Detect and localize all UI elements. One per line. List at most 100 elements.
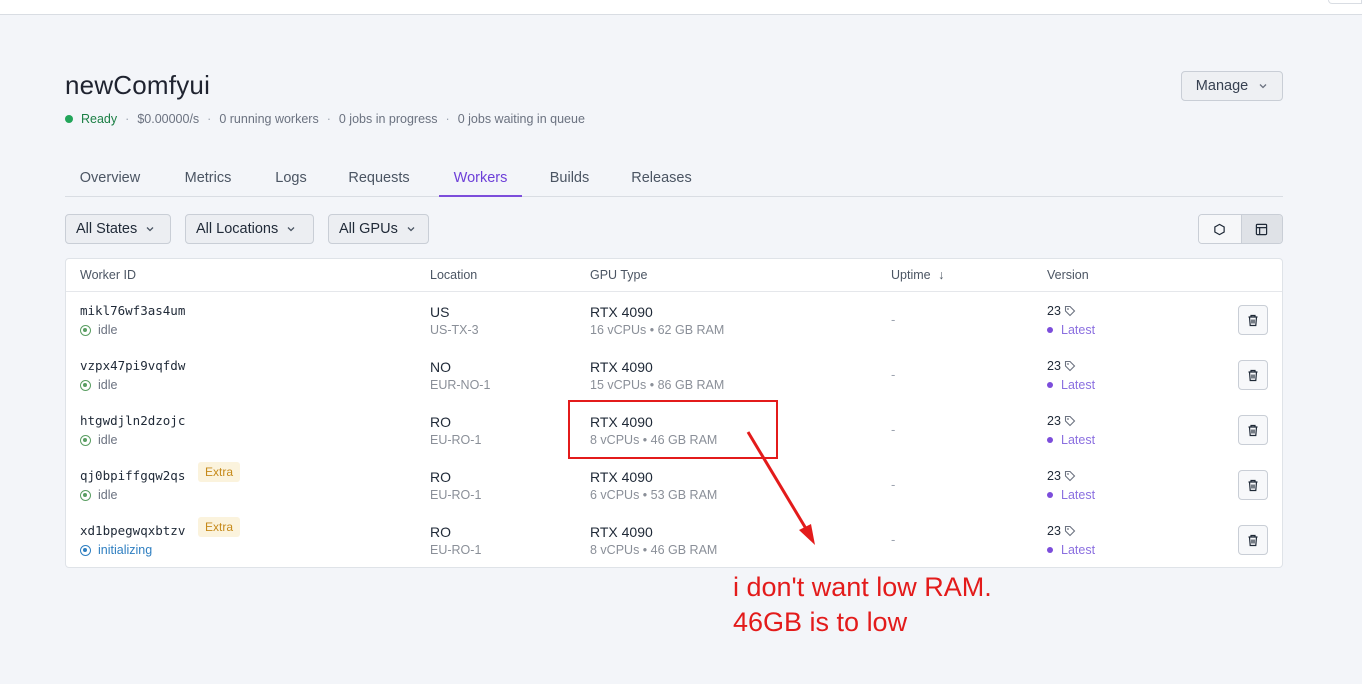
column-uptime[interactable]: Uptime ↓: [891, 268, 944, 282]
table-row[interactable]: qj0bpiffgqw2qs Extra idle RO EU-RO-1 RTX 4090…: [66, 458, 1282, 513]
latest-badge: Latest: [1047, 378, 1095, 392]
column-worker-id: Worker ID: [80, 268, 137, 282]
graph-view-button[interactable]: [1199, 215, 1241, 243]
table-icon: [1256, 223, 1268, 235]
uptime-value: -: [891, 312, 896, 327]
table-header: Worker ID Location GPU Type Uptime ↓ Ver…: [66, 259, 1282, 292]
view-toggle: [1198, 214, 1283, 244]
jobs-waiting: 0 jobs waiting in queue: [457, 112, 585, 126]
trash-icon: [1248, 369, 1258, 381]
worker-state-label: idle: [98, 323, 118, 337]
uptime-value: -: [891, 367, 896, 382]
gpu-name: RTX 4090: [590, 469, 653, 485]
tab-releases[interactable]: Releases: [622, 160, 701, 196]
extra-badge: Extra: [198, 462, 241, 482]
worker-id: qj0bpiffgqw2qs: [80, 468, 186, 483]
worker-id: xd1bpegwqxbtzv: [80, 523, 186, 538]
worker-id: mikl76wf3as4um: [80, 303, 186, 318]
version-label: 23: [1047, 524, 1061, 538]
locations-filter[interactable]: All Locations: [185, 214, 314, 244]
version-number: 23: [1047, 414, 1076, 428]
loading-icon: [80, 544, 91, 556]
latest-label: Latest: [1061, 543, 1096, 557]
idle-status-icon: [80, 489, 91, 501]
table-row[interactable]: xd1bpegwqxbtzv Extra initializing RO EU-RO-1…: [66, 513, 1282, 568]
tab-metrics[interactable]: Metrics: [174, 160, 242, 196]
worker-state-label: idle: [98, 433, 118, 447]
chevron-down-icon: [287, 227, 295, 232]
table-view-button[interactable]: [1240, 215, 1282, 243]
locations-filter-label: All Locations: [196, 221, 279, 237]
extra-badge: Extra: [198, 517, 241, 537]
tab-overview[interactable]: Overview: [65, 160, 155, 196]
version-number: 23: [1047, 304, 1076, 318]
delete-worker-button[interactable]: [1238, 470, 1268, 500]
annotation-text-line1: i don't want low RAM.: [733, 572, 992, 602]
separator: ·: [207, 112, 212, 126]
latest-dot: [1047, 547, 1053, 553]
chevron-down-icon: [1259, 84, 1267, 89]
latest-badge: Latest: [1047, 488, 1095, 502]
latest-dot: [1047, 382, 1053, 388]
manage-button[interactable]: Manage: [1181, 71, 1283, 101]
chevron-down-icon: [146, 227, 154, 232]
version-label: 23: [1047, 414, 1061, 428]
gpus-filter[interactable]: All GPUs: [328, 214, 429, 244]
tag-icon: [1064, 470, 1076, 482]
tab-workers[interactable]: Workers: [439, 160, 522, 197]
tab-builds[interactable]: Builds: [541, 160, 598, 196]
version-number: 23: [1047, 469, 1076, 483]
separator: ·: [326, 112, 331, 126]
annotation-highlight-box: [568, 400, 778, 459]
latest-badge: Latest: [1047, 433, 1095, 447]
delete-worker-button[interactable]: [1238, 525, 1268, 555]
top-bar: [0, 0, 1362, 15]
column-uptime-label: Uptime: [891, 268, 931, 282]
delete-worker-button[interactable]: [1238, 305, 1268, 335]
uptime-value: -: [891, 422, 896, 437]
latest-label: Latest: [1061, 488, 1096, 502]
location-code: RO: [430, 469, 451, 485]
table-row[interactable]: mikl76wf3as4um idle US US-TX-3 RTX 4090 16 vC…: [66, 293, 1282, 348]
worker-id: vzpx47pi9vqfdw: [80, 358, 186, 373]
trash-icon: [1248, 479, 1258, 491]
region: EU-RO-1: [430, 543, 482, 557]
version-label: 23: [1047, 359, 1061, 373]
idle-status-icon: [80, 324, 91, 336]
sort-arrow-icon: ↓: [938, 268, 945, 282]
separator: ·: [445, 112, 450, 126]
cost-rate: $0.00000/s: [137, 112, 200, 126]
location-code: NO: [430, 359, 451, 375]
tab-logs[interactable]: Logs: [263, 160, 319, 196]
latest-label: Latest: [1061, 323, 1096, 337]
region: EU-RO-1: [430, 488, 482, 502]
gpu-specs: 16 vCPUs • 62 GB RAM: [590, 323, 725, 337]
hexagon-icon: [1214, 223, 1225, 235]
tab-bar: Overview Metrics Logs Requests Workers B…: [65, 160, 1283, 197]
location-code: US: [430, 304, 450, 320]
gpus-filter-label: All GPUs: [339, 221, 398, 237]
column-location: Location: [430, 268, 478, 282]
gpu-specs: 6 vCPUs • 53 GB RAM: [590, 488, 718, 502]
tag-icon: [1064, 305, 1076, 317]
tab-requests[interactable]: Requests: [339, 160, 419, 196]
states-filter[interactable]: All States: [65, 214, 171, 244]
region: EU-RO-1: [430, 433, 482, 447]
idle-status-icon: [80, 379, 91, 391]
version-number: 23: [1047, 359, 1076, 373]
status-text: Ready: [81, 112, 118, 126]
worker-state: idle: [80, 323, 117, 337]
delete-worker-button[interactable]: [1238, 360, 1268, 390]
latest-dot: [1047, 327, 1053, 333]
manage-label: Manage: [1195, 78, 1249, 94]
trash-icon: [1248, 534, 1258, 546]
column-version: Version: [1047, 268, 1089, 282]
page-title: newComfyui: [65, 70, 211, 100]
latest-label: Latest: [1061, 433, 1096, 447]
table-row[interactable]: vzpx47pi9vqfdw idle NO EUR-NO-1 RTX 4090 15 v…: [66, 348, 1282, 403]
jobs-in-progress: 0 jobs in progress: [338, 112, 438, 126]
annotation-text-line2: 46GB is to low: [733, 607, 908, 637]
running-workers: 0 running workers: [219, 112, 319, 126]
delete-worker-button[interactable]: [1238, 415, 1268, 445]
gpu-name: RTX 4090: [590, 524, 653, 540]
